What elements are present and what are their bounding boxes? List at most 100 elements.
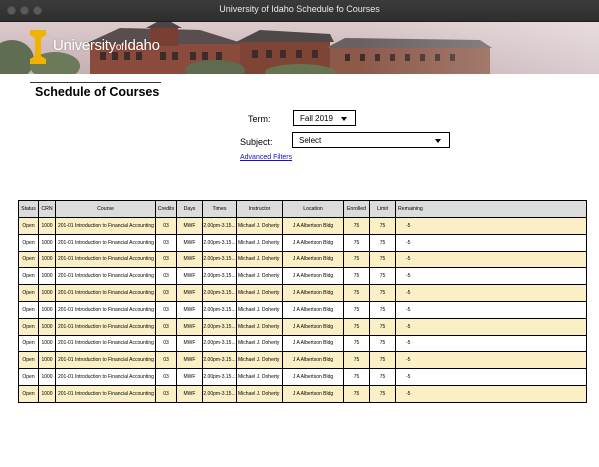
table-row[interactable]: Open 1000 201-01 Introduction to Financial… <box>18 334 587 353</box>
cell-times: 2.00pm-3.15... <box>202 300 237 319</box>
table-row[interactable]: Open 1000 201-01 Introduction to Financial… <box>18 317 587 336</box>
cell-instructor: Michael J. Doherty <box>236 384 283 403</box>
cell-credits: 03 <box>155 267 177 286</box>
cell-remaining: -5 <box>395 284 587 302</box>
cell-times: 2.00pm-3.15... <box>202 334 237 353</box>
table-row[interactable]: Open 1000 201-01 Introduction to Financial… <box>18 217 587 235</box>
cell-credits: 03 <box>155 384 177 403</box>
cell-instructor: Michael J. Doherty <box>236 233 283 252</box>
cell-status: Open <box>18 317 39 336</box>
cell-remaining: -5 <box>395 300 587 319</box>
cell-times: 2.00pm-3.15... <box>202 233 237 252</box>
cell-enrolled: 75 <box>343 317 370 336</box>
cell-remaining: -5 <box>395 317 587 336</box>
cell-days: MWF <box>176 284 203 302</box>
cell-crn: 1000 <box>38 384 56 403</box>
cell-credits: 03 <box>155 300 177 319</box>
subject-select-value: Select <box>299 136 322 145</box>
cell-instructor: Michael J. Doherty <box>236 250 283 269</box>
cell-location: J A Albertson Bldg <box>282 233 344 252</box>
cell-course: 201-01 Introduction to Financial Account… <box>55 284 156 302</box>
cell-credits: 03 <box>155 284 177 302</box>
cell-enrolled: 75 <box>343 250 370 269</box>
heading-divider <box>30 82 161 83</box>
cell-location: J A Albertson Bldg <box>282 284 344 302</box>
cell-course: 201-01 Introduction to Financial Account… <box>55 250 156 269</box>
cell-status: Open <box>18 284 39 302</box>
column-header-course[interactable]: Course <box>55 200 156 218</box>
cell-course: 201-01 Introduction to Financial Account… <box>55 334 156 353</box>
cell-instructor: Michael J. Doherty <box>236 317 283 336</box>
cell-remaining: -5 <box>395 334 587 353</box>
cell-limit: 75 <box>369 368 396 386</box>
cell-course: 201-01 Introduction to Financial Account… <box>55 233 156 252</box>
cell-remaining: -5 <box>395 250 587 269</box>
subject-label: Subject: <box>240 137 273 147</box>
column-header-instructor[interactable]: Instructor <box>236 200 283 218</box>
cell-status: Open <box>18 267 39 286</box>
cell-limit: 75 <box>369 250 396 269</box>
course-schedule-table: Status CRN Course Credits Days Times Ins… <box>18 200 587 403</box>
table-row[interactable]: Open 1000 201-01 Introduction to Financial… <box>18 351 587 370</box>
cell-status: Open <box>18 217 39 235</box>
cell-remaining: -5 <box>395 233 587 252</box>
cell-location: J A Albertson Bldg <box>282 300 344 319</box>
column-header-crn[interactable]: CRN <box>38 200 56 218</box>
column-header-status[interactable]: Status <box>18 200 39 218</box>
cell-days: MWF <box>176 250 203 269</box>
table-row[interactable]: Open 1000 201-01 Introduction to Financial… <box>18 384 587 403</box>
cell-days: MWF <box>176 233 203 252</box>
cell-remaining: -5 <box>395 368 587 386</box>
cell-credits: 03 <box>155 233 177 252</box>
table-body: Open 1000 201-01 Introduction to Financial… <box>18 217 587 403</box>
column-header-limit[interactable]: Limit <box>369 200 396 218</box>
cell-credits: 03 <box>155 368 177 386</box>
column-header-enrolled[interactable]: Enrolled <box>343 200 370 218</box>
table-row[interactable]: Open 1000 201-01 Introduction to Financial… <box>18 233 587 252</box>
cell-crn: 1000 <box>38 334 56 353</box>
cell-enrolled: 75 <box>343 368 370 386</box>
cell-days: MWF <box>176 384 203 403</box>
cell-enrolled: 75 <box>343 384 370 403</box>
chevron-down-icon <box>435 139 441 143</box>
cell-credits: 03 <box>155 217 177 235</box>
cell-credits: 03 <box>155 334 177 353</box>
chevron-down-icon <box>341 117 347 121</box>
table-row[interactable]: Open 1000 201-01 Introduction to Financial… <box>18 300 587 319</box>
cell-days: MWF <box>176 351 203 370</box>
cell-credits: 03 <box>155 250 177 269</box>
cell-status: Open <box>18 300 39 319</box>
column-header-days[interactable]: Days <box>176 200 203 218</box>
cell-status: Open <box>18 334 39 353</box>
cell-days: MWF <box>176 368 203 386</box>
cell-times: 2.00pm-3.15... <box>202 317 237 336</box>
cell-location: J A Albertson Bldg <box>282 384 344 403</box>
advanced-filters-link[interactable]: Advanced Filters <box>240 154 292 161</box>
cell-limit: 75 <box>369 384 396 403</box>
cell-limit: 75 <box>369 334 396 353</box>
cell-instructor: Michael J. Doherty <box>236 334 283 353</box>
cell-crn: 1000 <box>38 317 56 336</box>
cell-status: Open <box>18 250 39 269</box>
page-title: Schedule of Courses <box>35 85 160 99</box>
subject-select[interactable]: Select <box>292 132 450 148</box>
table-row[interactable]: Open 1000 201-01 Introduction to Financial… <box>18 250 587 269</box>
table-row[interactable]: Open 1000 201-01 Introduction to Financial… <box>18 267 587 286</box>
column-header-remaining[interactable]: Remaining <box>395 200 587 218</box>
column-header-times[interactable]: Times <box>202 200 237 218</box>
cell-enrolled: 75 <box>343 351 370 370</box>
column-header-credits[interactable]: Credits <box>155 200 177 218</box>
cell-instructor: Michael J. Doherty <box>236 351 283 370</box>
cell-instructor: Michael J. Doherty <box>236 267 283 286</box>
cell-status: Open <box>18 233 39 252</box>
cell-limit: 75 <box>369 267 396 286</box>
column-header-location[interactable]: Location <box>282 200 344 218</box>
cell-location: J A Albertson Bldg <box>282 217 344 235</box>
cell-instructor: Michael J. Doherty <box>236 217 283 235</box>
table-row[interactable]: Open 1000 201-01 Introduction to Financial… <box>18 284 587 302</box>
table-row[interactable]: Open 1000 201-01 Introduction to Financial… <box>18 368 587 386</box>
cell-enrolled: 75 <box>343 334 370 353</box>
term-select[interactable]: Fall 2019 <box>293 110 356 126</box>
cell-remaining: -5 <box>395 384 587 403</box>
cell-limit: 75 <box>369 217 396 235</box>
